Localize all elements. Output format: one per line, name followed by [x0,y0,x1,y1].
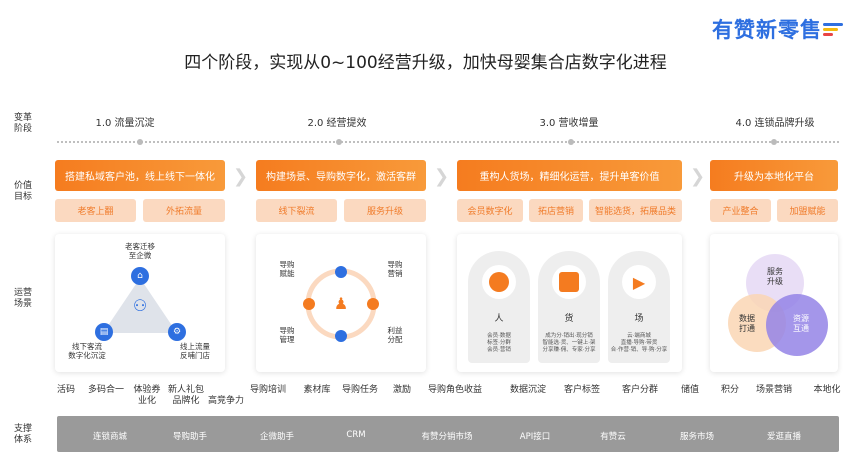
label-distribution: 利益 分配 [387,326,403,344]
keyword: 激励 [392,385,411,395]
shopping-bag-icon [552,265,586,299]
keyword: 多码合一 [87,385,124,395]
value-sub-tag: 拓店营销 [529,199,583,222]
timeline-dot [336,139,342,145]
keyword: 素材库 [303,385,331,395]
support-item: 企微助手 [259,432,294,442]
keyword: 客户标签 [563,385,600,395]
keyword: 导购任务 [341,385,378,395]
stage-2-title: 2.0 经营提效 [307,118,367,129]
chevron-right-icon: ❯ [233,166,249,187]
label-enable: 导购 赋能 [279,260,295,278]
stage-1-title: 1.0 流量沉淀 [95,118,155,129]
value-sub-tag: 智能选货，拓展品类 [589,199,682,222]
support-item: API接口 [519,432,551,442]
keyword: 储值 [680,385,699,395]
support-item: 导购助手 [172,432,207,442]
value-goal-1: 搭建私域客户池，线上线下一体化 [55,160,225,191]
value-goal-3: 重构人货场，精细化运营，提升单客价值 [457,160,682,191]
keyword: 积分 [720,385,739,395]
support-item: 服务市场 [679,432,714,442]
user-icon: ⌂ [131,267,149,285]
keyword: 活码 [56,385,75,395]
label-data: 数据 打通 [739,314,755,333]
doc-icon: ▤ [95,323,113,341]
timeline-dot [137,139,143,145]
keyword: 本地化 [813,385,841,395]
person-icon [482,265,516,299]
value-goal-2: 构建场景、导购数字化，激活客群 [256,160,426,191]
brand-logo: 有赞新零售 [712,18,822,42]
keyword: 新人礼包 品牌化 [167,385,204,406]
node-icon [335,330,347,342]
label-offline: 线下客流 数字化沉淀 [68,342,106,360]
keyword: 体验券 业化 [133,385,161,406]
guide-person-icon: ♟ [331,294,351,314]
scene-panel-platform: 服务 升级 数据 打通 资源 互通 [710,234,838,372]
value-goal-4: 升级为本地化平台 [710,160,838,191]
keyword: 客户分群 [621,385,658,395]
node-icon [367,298,379,310]
page-title: 四个阶段，实现从0~100经营升级，加快母婴集合店数字化进程 [184,53,667,73]
timeline-dot [771,139,777,145]
node-icon [335,266,347,278]
scene-panel-guide: ♟ 导购 赋能 导购 营销 导购 管理 利益 分配 [256,234,426,372]
keyword: 高竞争力 [207,396,244,406]
store-icon: ⚙ [168,323,186,341]
support-item: 有赞分销市场 [421,432,473,442]
logo-stripes-icon [823,23,843,38]
value-sub-tag: 加盟赋能 [777,199,838,222]
value-sub-tag: 产业整合 [710,199,771,222]
group-icon: ⚇ [132,296,148,315]
value-sub-tag: 外拓流量 [143,199,225,222]
value-sub-tag: 老客上翻 [55,199,136,222]
support-item: 有赞云 [600,432,626,442]
chevron-right-icon: ❯ [690,166,706,187]
label-marketing: 导购 营销 [387,260,403,278]
row-label-scene: 运营 场景 [14,288,33,309]
value-sub-tag: 线下裂流 [256,199,337,222]
goods-card: 货 成为分·销出·现分销 智能选·货、一键上·架 分享赚·佣、专家·分享 [538,251,600,363]
keyword: 数据沉淀 [509,385,546,395]
keyword: 导购角色收益 [427,385,482,395]
play-icon: ▶ [622,265,656,299]
label-service: 服务 升级 [767,267,783,286]
place-card: ▶ 场 云·端商城 直播·导购·带货 合·作营·销、导·购·分享 [608,251,670,363]
support-item: 爱逛直播 [766,432,801,442]
chevron-right-icon: ❯ [434,166,450,187]
scene-panel-traffic: 老客迁移 至企微 ⌂ ⚇ ▤ ⚙ 线下客流 数字化沉淀 线上流量 反哺门店 [55,234,225,372]
row-label-support: 支撑 体系 [14,424,33,445]
node-icon [303,298,315,310]
value-sub-tag: 服务升级 [344,199,426,222]
stage-3-title: 3.0 营收增量 [539,118,599,129]
value-sub-tag: 会员数字化 [457,199,523,222]
people-card: 人 会员·数据 标签·分群 会员·营销 [468,251,530,363]
keyword: 导购培训 [249,385,286,395]
row-label-stage: 变革 阶段 [14,113,33,134]
label-resource: 资源 互通 [793,314,809,333]
timeline-dot [568,139,574,145]
keyword: 场景营销 [755,385,792,395]
support-item: CRM [346,430,366,440]
timeline-divider [57,141,839,143]
row-label-value: 价值 目标 [14,181,33,202]
label-online: 线上流量 反哺门店 [180,342,210,360]
label-migration: 老客迁移 至企微 [125,242,155,260]
support-item: 连锁商城 [92,432,127,442]
label-manage: 导购 管理 [279,326,295,344]
stage-4-title: 4.0 连锁品牌升级 [735,118,815,129]
